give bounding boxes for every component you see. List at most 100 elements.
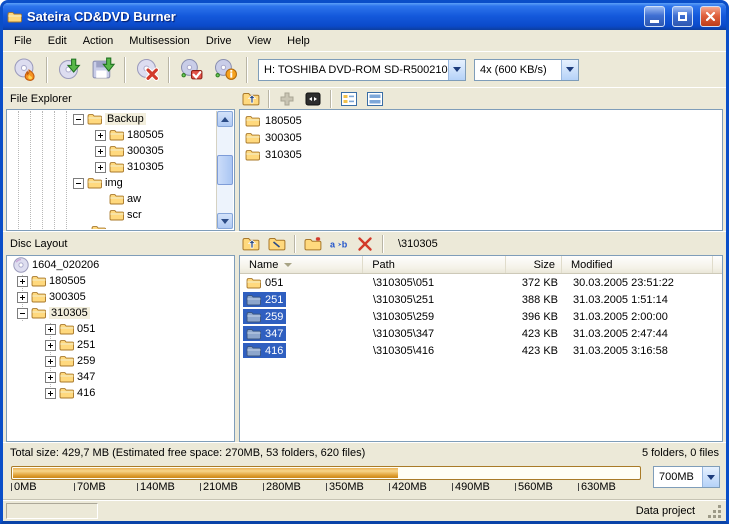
tree-item-310305[interactable]: 310305	[9, 305, 232, 321]
open-image-button[interactable]	[52, 55, 86, 85]
column-header-path[interactable]: Path	[363, 256, 506, 273]
file-item-180505[interactable]: 180505	[240, 112, 722, 129]
file-item-300305[interactable]: 300305	[240, 129, 722, 146]
expand-toggle[interactable]	[95, 162, 106, 173]
tree-item-259[interactable]: 259	[9, 353, 232, 369]
tree-item-300305[interactable]: 300305	[9, 143, 232, 159]
chevron-down-icon[interactable]	[702, 467, 719, 487]
burn-disc-button[interactable]	[8, 55, 42, 85]
mask-icon	[304, 91, 322, 107]
tree-item-backup[interactable]: Backup	[9, 111, 232, 127]
close-button[interactable]	[700, 6, 721, 27]
add-files-button[interactable]	[275, 89, 299, 109]
disc-layout-toolbar: a b \310305	[239, 234, 438, 254]
folder-icon	[87, 177, 102, 189]
capacity-scale: 0MB 70MB 140MB 210MB 280MB 350MB 420MB 4…	[11, 481, 641, 493]
mask-button[interactable]	[301, 89, 325, 109]
disc-layout-tree-panel: 1604_020206 180505 300305 310305	[6, 255, 235, 442]
menu-action[interactable]: Action	[75, 32, 122, 50]
expand-toggle[interactable]	[17, 292, 28, 303]
menu-edit[interactable]: Edit	[40, 32, 75, 50]
tree-item-180505[interactable]: 180505	[9, 273, 232, 289]
maximize-button[interactable]	[672, 6, 693, 27]
table-header: Name Path Size Modified	[240, 256, 722, 274]
table-row-051[interactable]: 051 \310305\051 372 KB 30.03.2005 23:51:…	[240, 274, 722, 291]
folder-icon	[109, 193, 124, 205]
new-folder-button[interactable]	[301, 234, 325, 254]
folder-icon	[246, 277, 261, 289]
menu-file[interactable]: File	[6, 32, 40, 50]
collapse-toggle[interactable]	[73, 178, 84, 189]
erase-disc-button[interactable]	[130, 55, 164, 85]
up-directory-icon	[242, 236, 260, 252]
list-view-button[interactable]	[363, 89, 387, 109]
tree-item-aw[interactable]: aw	[9, 191, 232, 207]
column-header-modified[interactable]: Modified	[562, 256, 713, 273]
table-row-347[interactable]: 347 \310305\347 423 KB 31.03.2005 2:47:4…	[240, 325, 722, 342]
tree-item-300305[interactable]: 300305	[9, 289, 232, 305]
tree-item-img[interactable]: img	[9, 175, 232, 191]
icons-view-button[interactable]	[337, 89, 361, 109]
drive-select[interactable]: H: TOSHIBA DVD-ROM SD-R50021031	[258, 59, 466, 81]
expand-toggle[interactable]	[45, 340, 56, 351]
file-item-310305[interactable]: 310305	[240, 146, 722, 163]
column-header-size[interactable]: Size	[506, 256, 562, 273]
rename-button[interactable]: a b	[327, 234, 351, 254]
tree-item-label: 416	[77, 387, 95, 399]
resize-grip[interactable]	[709, 506, 723, 520]
tree-scrollbar[interactable]	[216, 111, 233, 229]
expand-toggle[interactable]	[45, 388, 56, 399]
menu-drive[interactable]: Drive	[198, 32, 240, 50]
column-header-name[interactable]: Name	[240, 256, 363, 273]
cd-icon	[13, 257, 29, 273]
menu-view[interactable]: View	[239, 32, 279, 50]
arrow-down-icon	[221, 219, 229, 224]
root-directory-button[interactable]	[265, 234, 289, 254]
expand-toggle[interactable]	[95, 130, 106, 141]
capacity-area: 0MB 70MB 140MB 210MB 280MB 350MB 420MB 4…	[3, 463, 726, 499]
table-row-416[interactable]: 416 \310305\416 423 KB 31.03.2005 3:16:5…	[240, 342, 722, 359]
disc-info-button[interactable]	[208, 55, 242, 85]
expand-toggle[interactable]	[45, 356, 56, 367]
rename-icon: a b	[330, 236, 348, 252]
menu-multisession[interactable]: Multisession	[121, 32, 198, 50]
menu-help[interactable]: Help	[279, 32, 318, 50]
scale-tick: 210MB	[200, 481, 263, 493]
scale-tick: 70MB	[74, 481, 137, 493]
chevron-down-icon[interactable]	[561, 60, 578, 80]
scroll-up-button[interactable]	[217, 111, 233, 127]
up-directory-button[interactable]	[239, 89, 263, 109]
file-item-label: 300305	[265, 132, 302, 144]
tree-item-051[interactable]: 051	[9, 321, 232, 337]
table-row-251[interactable]: 251 \310305\251 388 KB 31.03.2005 1:51:1…	[240, 291, 722, 308]
scale-tick: 350MB	[326, 481, 389, 493]
scroll-thumb[interactable]	[217, 155, 233, 185]
tree-item-310305[interactable]: 310305	[9, 159, 232, 175]
scroll-track[interactable]	[217, 127, 233, 213]
tree-item-disc-root[interactable]: 1604_020206	[9, 257, 232, 273]
collapse-toggle[interactable]	[17, 308, 28, 319]
verify-disc-button[interactable]	[174, 55, 208, 85]
tree-item-partial[interactable]	[9, 223, 232, 229]
scroll-down-button[interactable]	[217, 213, 233, 229]
expand-toggle[interactable]	[45, 324, 56, 335]
tree-item-scr[interactable]: scr	[9, 207, 232, 223]
expand-toggle[interactable]	[17, 276, 28, 287]
disc-size-select[interactable]: 700MB	[653, 466, 720, 488]
table-row-259[interactable]: 259 \310305\259 396 KB 31.03.2005 2:00:0…	[240, 308, 722, 325]
tree-item-180505[interactable]: 180505	[9, 127, 232, 143]
tree-item-347[interactable]: 347	[9, 369, 232, 385]
up-directory-button[interactable]	[239, 234, 263, 254]
tree-item-416[interactable]: 416	[9, 385, 232, 401]
disc-layout-title: Disc Layout	[10, 238, 239, 250]
delete-button[interactable]	[353, 234, 377, 254]
expand-toggle[interactable]	[45, 372, 56, 383]
collapse-toggle[interactable]	[73, 114, 84, 125]
save-image-button[interactable]	[86, 55, 120, 85]
expand-toggle[interactable]	[95, 146, 106, 157]
folder-icon	[109, 129, 124, 141]
chevron-down-icon[interactable]	[448, 60, 465, 80]
minimize-button[interactable]	[644, 6, 665, 27]
tree-item-251[interactable]: 251	[9, 337, 232, 353]
speed-select[interactable]: 4x (600 KB/s)	[474, 59, 579, 81]
